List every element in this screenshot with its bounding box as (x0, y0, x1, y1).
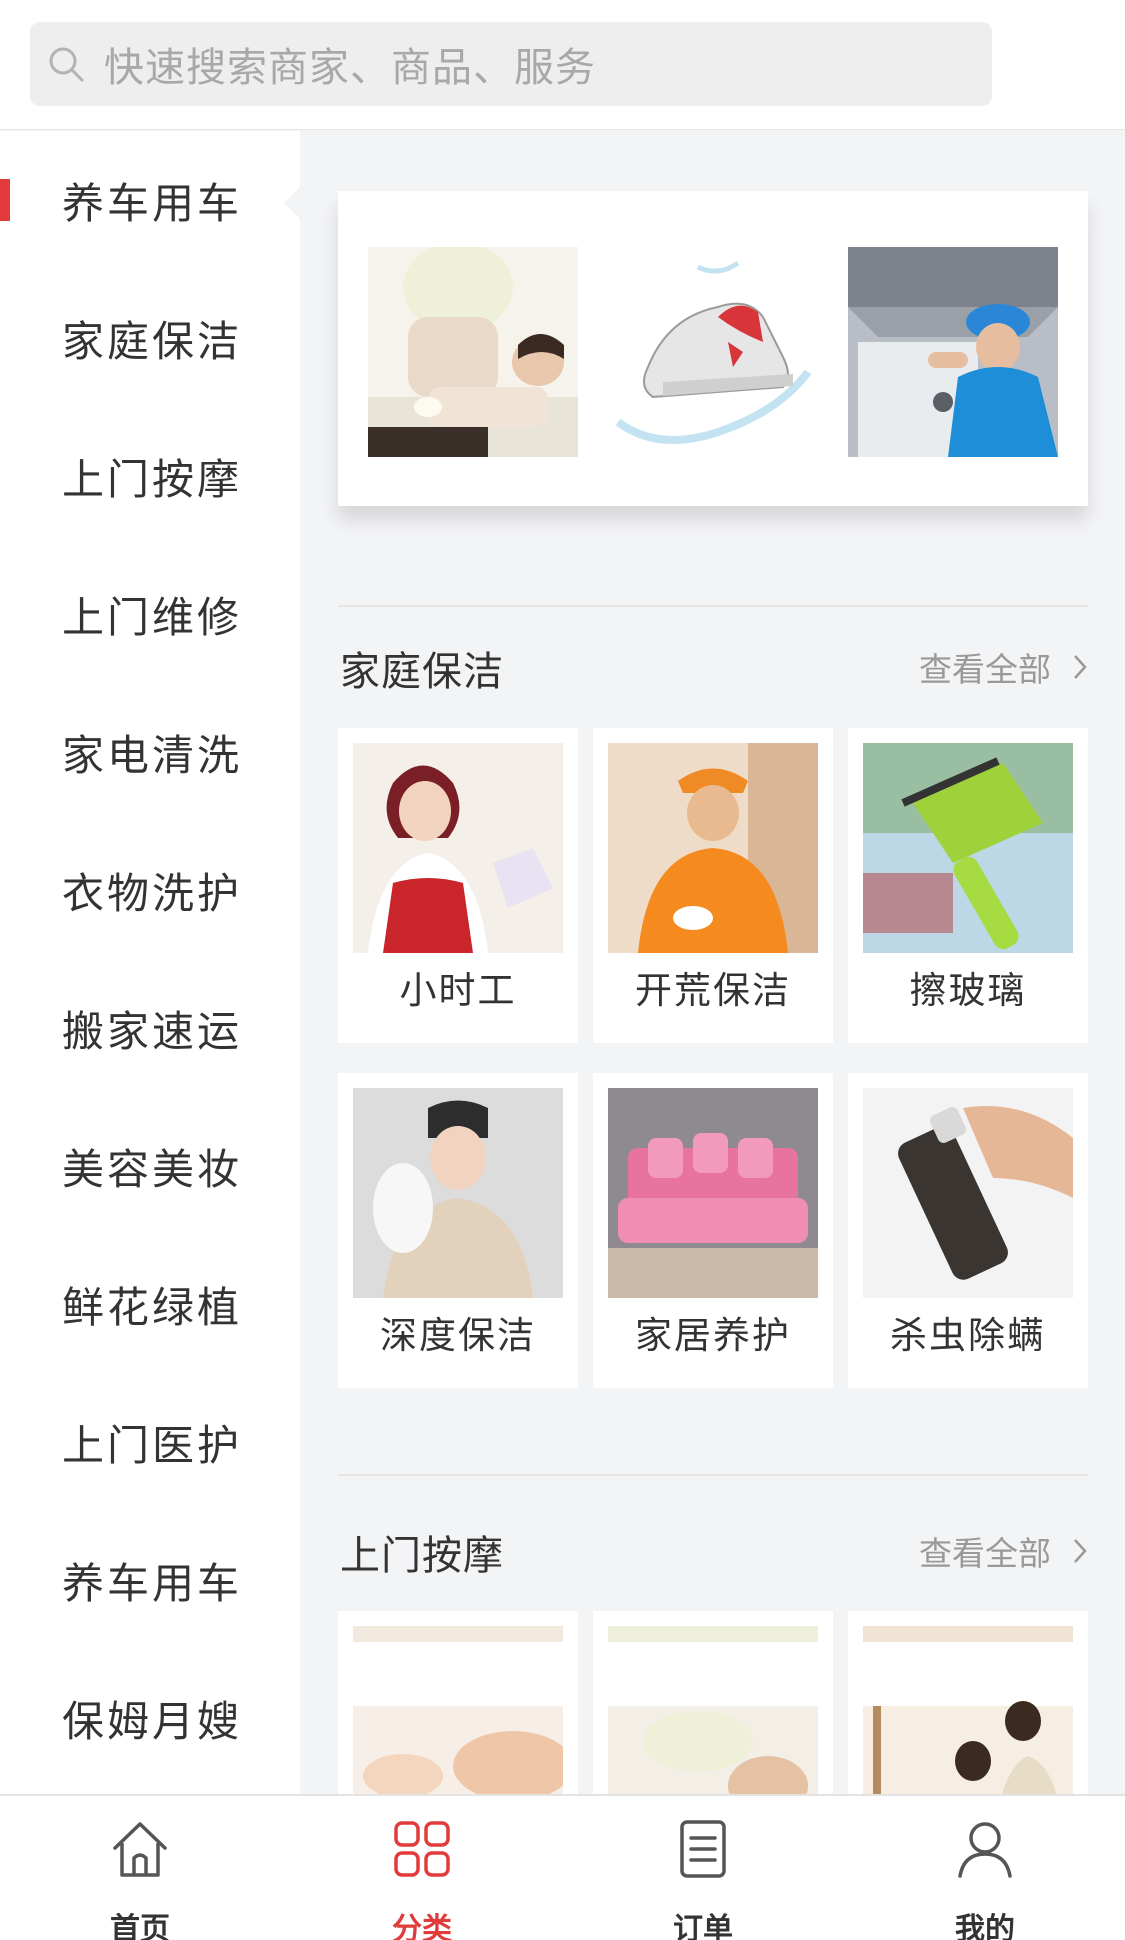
tab-label: 首页 (110, 1912, 170, 1940)
tab-label: 我的 (955, 1912, 1015, 1940)
hair-care-photo (863, 1626, 1073, 1794)
sidebar-item-appliance-cleaning[interactable]: 家电清洗 (0, 683, 300, 821)
active-notch (284, 187, 300, 219)
service-card[interactable]: 开荒保洁 (593, 728, 833, 1043)
section-title: 家庭保洁 (340, 649, 504, 695)
service-label: 杀虫除螨 (890, 1314, 1046, 1357)
service-label: 深度保洁 (380, 1314, 536, 1357)
search-placeholder: 快速搜索商家、商品、服务 (104, 45, 596, 91)
deep-cleaning-photo (608, 743, 818, 953)
sidebar-item-label: 上门维修 (62, 592, 243, 642)
sidebar-item-car-care-2[interactable]: 养车用车 (0, 1511, 300, 1649)
insect-spray-photo (863, 1088, 1073, 1298)
service-card[interactable]: 杀虫除螨 (848, 1073, 1088, 1388)
sidebar-item-home-medical[interactable]: 上门医护 (0, 1373, 300, 1511)
massage-photo (368, 247, 578, 457)
sidebar-item-label: 养车用车 (62, 1558, 243, 1608)
category-grid-icon (394, 1821, 450, 1877)
tab-label: 订单 (673, 1912, 733, 1940)
sidebar-item-laundry[interactable]: 衣物洗护 (0, 821, 300, 959)
service-card[interactable]: 家居养护 (593, 1073, 833, 1388)
sidebar-item-beauty[interactable]: 美容美妆 (0, 1097, 300, 1235)
sidebar-item-home-massage[interactable]: 上门按摩 (0, 407, 300, 545)
range-hood-repair-photo (848, 247, 1058, 457)
sidebar-item-label: 家电清洗 (62, 730, 243, 780)
sidebar-item-nanny[interactable]: 保姆月嫂 (0, 1649, 300, 1787)
category-sidebar: 养车用车 家庭保洁 上门按摩 上门维修 家电清洗 衣物洗护 搬家速运 美容美妆 … (0, 131, 300, 1794)
view-all-label: 查看全部 (919, 1534, 1051, 1573)
sidebar-item-home-cleaning[interactable]: 家庭保洁 (0, 269, 300, 407)
sidebar-item-label: 衣物洗护 (62, 868, 243, 918)
service-card[interactable]: 深度保洁 (338, 1073, 578, 1388)
sidebar-item-flowers-plants[interactable]: 鲜花绿植 (0, 1235, 300, 1373)
section-divider (338, 605, 1088, 607)
sidebar-item-label: 美容美妆 (62, 1144, 243, 1194)
sidebar-item-home-repair[interactable]: 上门维修 (0, 545, 300, 683)
search-header: 快速搜索商家、商品、服务 (0, 0, 1125, 130)
tab-label: 分类 (392, 1912, 452, 1940)
home-icon (113, 1822, 167, 1877)
bottom-tab-bar: 首页 分类 订单 我的 (0, 1794, 1125, 1940)
service-label: 开荒保洁 (635, 969, 791, 1012)
hourly-worker-photo (353, 743, 563, 953)
pink-sofa-photo (608, 1088, 818, 1298)
massage-service-photo (608, 1626, 818, 1794)
service-card[interactable] (848, 1611, 1088, 1794)
active-indicator (0, 179, 10, 221)
tab-category[interactable]: 分类 (282, 1796, 562, 1940)
sidebar-item-label: 上门医护 (62, 1420, 243, 1470)
search-input[interactable]: 快速搜索商家、商品、服务 (30, 22, 992, 106)
section-title: 上门按摩 (340, 1533, 504, 1579)
window-cleaning-photo (863, 743, 1073, 953)
view-all-label: 查看全部 (919, 650, 1051, 689)
chevron-right-icon (1074, 1539, 1087, 1563)
service-card[interactable]: 小时工 (338, 728, 578, 1043)
app: 快速搜索商家、商品、服务 养车用车 家庭保洁 上门按摩 上门维修 家电清洗 衣物… (0, 0, 1125, 1940)
sidebar-item-label: 家庭保洁 (62, 316, 243, 366)
tab-profile[interactable]: 我的 (845, 1796, 1125, 1940)
sidebar-item-label: 鲜花绿植 (62, 1282, 243, 1332)
order-list-icon (680, 1820, 726, 1878)
sidebar-item-label: 搬家速运 (62, 1006, 243, 1056)
view-all-link[interactable]: 查看全部 (919, 1527, 1087, 1575)
tab-orders[interactable]: 订单 (563, 1796, 843, 1940)
service-card[interactable]: 擦玻璃 (848, 728, 1088, 1043)
sidebar-item-moving[interactable]: 搬家速运 (0, 959, 300, 1097)
sidebar-item-label: 保姆月嫂 (62, 1696, 243, 1746)
promo-banner[interactable] (338, 191, 1088, 506)
service-card[interactable] (338, 1611, 578, 1794)
sidebar-item-label: 上门按摩 (62, 454, 243, 504)
tab-home[interactable]: 首页 (0, 1796, 280, 1940)
service-card[interactable] (593, 1611, 833, 1794)
service-label: 小时工 (399, 969, 517, 1012)
view-all-link[interactable]: 查看全部 (919, 643, 1087, 691)
search-icon (49, 47, 84, 82)
chevron-right-icon (1074, 655, 1087, 679)
massage-service-photo (353, 1626, 563, 1794)
sidebar-item-label: 养车用车 (62, 178, 243, 228)
user-icon (958, 1822, 1012, 1878)
service-label: 擦玻璃 (909, 969, 1027, 1012)
sidebar-item-car-care[interactable]: 养车用车 (0, 131, 300, 269)
category-content: 家庭保洁 查看全部 小时工 开荒保洁 擦玻璃 深度保洁 家居养护 杀虫除螨 上门… (300, 131, 1125, 1794)
sneaker-photo (608, 247, 818, 457)
section-divider (338, 1474, 1088, 1476)
housekeeper-photo (353, 1088, 563, 1298)
service-label: 家居养护 (635, 1314, 791, 1357)
